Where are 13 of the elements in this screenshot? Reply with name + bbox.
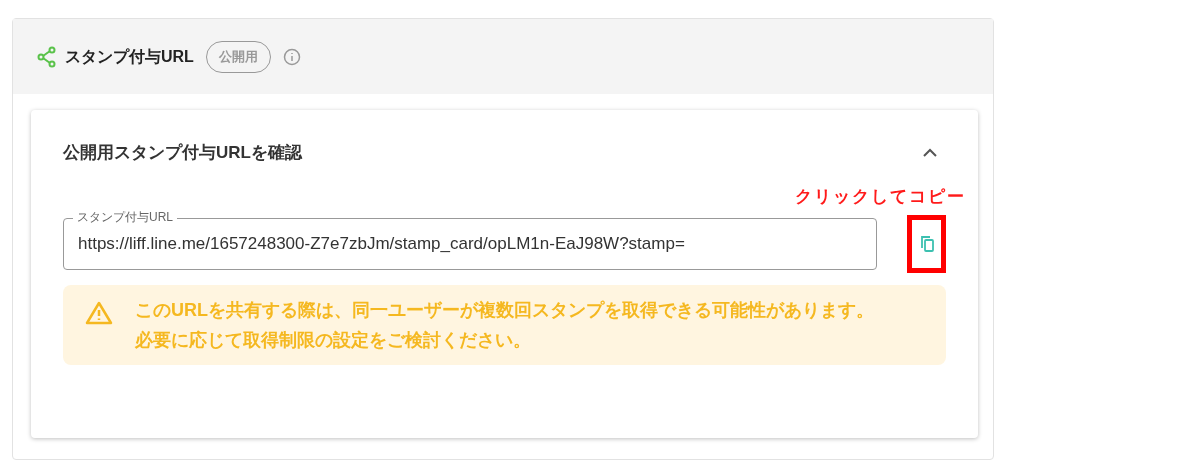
warning-text: このURLを共有する際は、同一ユーザーが複数回スタンプを取得できる可能性があります。 <box>135 299 875 322</box>
card-title: 公開用スタンプ付与URLを確認 <box>63 142 302 164</box>
info-icon[interactable] <box>282 47 301 66</box>
warning-text: 必要に応じて取得制限の設定をご検討ください。 <box>135 329 532 352</box>
url-value: https://liff.line.me/1657248300-Z7e7zbJm/stamp_card/opLM1n-EaJ98W?stamp= <box>78 233 685 256</box>
share-icon <box>37 45 57 68</box>
annotation-text: クリックしてコピー <box>795 185 966 208</box>
panel-title: スタンプ付与URL <box>65 46 194 67</box>
copy-icon <box>918 235 935 253</box>
copy-button[interactable] <box>907 215 946 273</box>
warning-icon <box>85 301 113 325</box>
chevron-up-icon[interactable] <box>922 147 938 158</box>
field-label: スタンプ付与URL <box>73 209 177 225</box>
